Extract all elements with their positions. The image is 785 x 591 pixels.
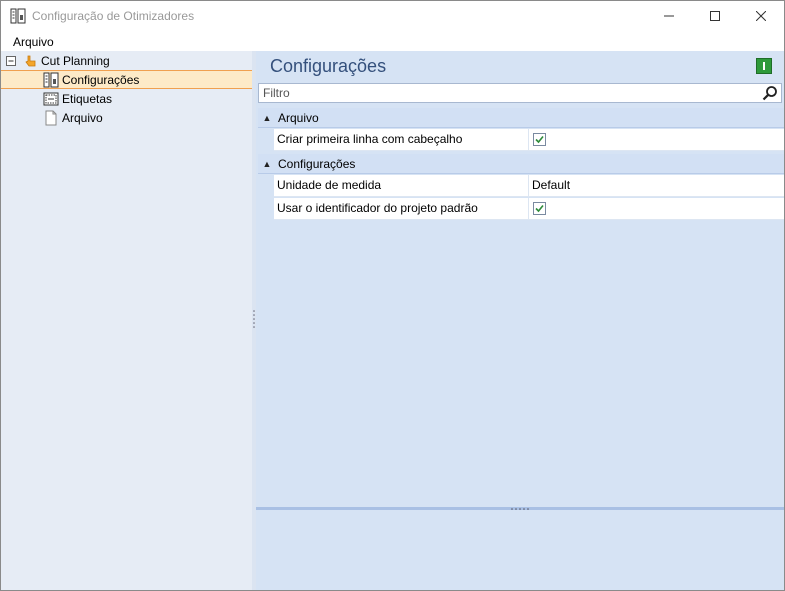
close-button[interactable] <box>738 1 784 31</box>
description-pane <box>256 507 784 590</box>
settings-panel: Configurações ▲ Arquivo Criar primeira l… <box>256 51 784 590</box>
tree-item-label: Arquivo <box>62 111 103 125</box>
horizontal-splitter-grip-icon[interactable] <box>510 507 530 511</box>
app-window: Configuração de Otimizadores Arquivo Cut… <box>0 0 785 591</box>
chevron-up-icon[interactable]: ▲ <box>258 159 276 169</box>
property-checkbox[interactable] <box>533 133 546 146</box>
maximize-icon <box>710 11 720 21</box>
property-checkbox[interactable] <box>533 202 546 215</box>
property-row: Usar o identificador do projeto padrão <box>274 198 784 220</box>
window-title: Configuração de Otimizadores <box>32 9 195 23</box>
tree-item-arquivo[interactable]: Arquivo <box>43 109 103 127</box>
labels-icon <box>43 92 59 106</box>
property-value[interactable]: Default <box>532 175 570 196</box>
chevron-up-icon[interactable]: ▲ <box>258 113 276 123</box>
tree-item-label: Configurações <box>62 73 140 87</box>
minimize-icon <box>664 15 674 17</box>
search-icon[interactable] <box>762 85 778 101</box>
config-icon <box>43 72 59 88</box>
property-row: Unidade de medida Default <box>274 175 784 197</box>
title-bar: Configuração de Otimizadores <box>1 1 784 31</box>
app-config-icon <box>10 8 26 24</box>
navigation-tree: Cut Planning Configurações Etiquetas Arq… <box>1 51 253 590</box>
info-button[interactable] <box>756 58 772 74</box>
filter-box <box>258 83 782 103</box>
menu-arquivo[interactable]: Arquivo <box>13 35 54 49</box>
info-icon <box>763 62 765 70</box>
tree-root-cut-planning[interactable]: Cut Planning <box>6 52 110 70</box>
category-label: Configurações <box>278 156 356 171</box>
property-name: Usar o identificador do projeto padrão <box>274 198 529 219</box>
checkmark-icon <box>535 204 544 213</box>
tree-item-etiquetas[interactable]: Etiquetas <box>43 90 112 108</box>
category-label: Arquivo <box>278 110 319 125</box>
property-name: Unidade de medida <box>274 175 529 196</box>
maximize-button[interactable] <box>692 1 738 31</box>
tree-item-configuracoes[interactable]: Configurações <box>43 71 139 89</box>
hand-pointer-icon <box>25 55 36 67</box>
minimize-button[interactable] <box>646 1 692 31</box>
panel-title: Configurações <box>270 56 387 76</box>
close-icon <box>756 11 766 21</box>
category-arquivo[interactable]: ▲ Arquivo <box>258 108 784 128</box>
property-row: Criar primeira linha com cabeçalho <box>274 129 784 151</box>
property-name: Criar primeira linha com cabeçalho <box>274 129 529 150</box>
tree-item-label: Etiquetas <box>62 92 113 106</box>
tree-root-label: Cut Planning <box>41 54 110 68</box>
category-configuracoes[interactable]: ▲ Configurações <box>258 154 784 174</box>
collapse-icon[interactable] <box>6 56 16 66</box>
document-icon <box>45 110 57 126</box>
menu-bar: Arquivo <box>1 31 784 51</box>
filter-input[interactable] <box>261 85 760 101</box>
checkmark-icon <box>535 135 544 144</box>
